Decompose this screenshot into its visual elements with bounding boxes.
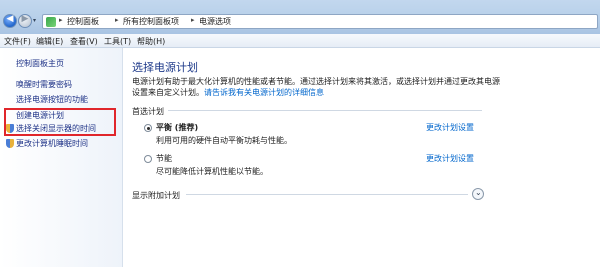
control-panel-icon [46,17,56,27]
address-bar[interactable]: ▸ 控制面板 ▸ 所有控制面板项 ▸ 电源选项 [42,14,598,29]
sidebar-home-link[interactable]: 控制面板主页 [16,58,64,69]
highlight-box [4,108,116,136]
plan-balanced-radio[interactable] [144,124,152,132]
section-divider [186,194,468,195]
page-description: 电源计划有助于最大化计算机的性能或者节能。通过选择计划来将其激活，或选择计划并通… [132,76,504,98]
page-title: 选择电源计划 [132,61,198,74]
menu-edit[interactable]: 编辑(E) [36,36,63,47]
recent-pages-dropdown[interactable]: ▾ [33,17,39,25]
arrow-left-icon: ◀ [6,14,14,24]
plan-saver-change-link[interactable]: 更改计划设置 [426,153,474,164]
expand-button[interactable]: ⌄ [472,188,484,200]
plan-saver-radio[interactable] [144,155,152,163]
menu-bar: 文件(F) 编辑(E) 查看(V) 工具(T) 帮助(H) [0,34,600,48]
menu-file[interactable]: 文件(F) [4,36,31,47]
back-button[interactable]: ◀ [3,14,17,28]
menu-help[interactable]: 帮助(H) [137,36,165,47]
forward-button[interactable]: ▶ [18,14,32,28]
chevron-right-icon[interactable]: ▸ [191,16,195,24]
breadcrumb-control-panel[interactable]: 控制面板 [67,16,99,27]
plan-saver-desc: 尽可能降低计算机性能以节能。 [156,167,268,176]
sidebar-item-sleep-time[interactable]: 更改计算机睡眠时间 [16,138,88,149]
plan-balanced-change-link[interactable]: 更改计划设置 [426,122,474,133]
chevron-right-icon[interactable]: ▸ [59,16,63,24]
main-content: 选择电源计划 电源计划有助于最大化计算机的性能或者节能。通过选择计划来将其激活，… [124,48,600,267]
chevron-right-icon[interactable]: ▸ [115,16,119,24]
section-divider [168,110,482,111]
breadcrumb-power-options[interactable]: 电源选项 [199,16,231,27]
arrow-right-icon: ▶ [21,14,29,24]
window-titlebar: ◀ ▶ ▾ ▸ 控制面板 ▸ 所有控制面板项 ▸ 电源选项 [0,0,600,34]
sidebar-item-wake-password[interactable]: 唤醒时需要密码 [16,79,72,90]
description-link[interactable]: 请告诉我有关电源计划的详细信息 [204,88,324,97]
plan-saver-name[interactable]: 节能 [156,153,172,164]
sidebar-item-power-button[interactable]: 选择电源按钮的功能 [16,94,88,105]
show-more-plans-label[interactable]: 显示附加计划 [132,190,180,201]
plan-balanced-desc: 利用可用的硬件自动平衡功耗与性能。 [156,136,292,145]
menu-view[interactable]: 查看(V) [70,36,98,47]
chevron-down-icon: ⌄ [475,188,482,197]
plan-balanced-name[interactable]: 平衡 (推荐) [156,122,198,133]
menu-tools[interactable]: 工具(T) [104,36,131,47]
sidebar: 控制面板主页 唤醒时需要密码 选择电源按钮的功能 创建电源计划 选择关闭显示器的… [0,48,123,267]
preferred-plans-label: 首选计划 [132,107,164,116]
shield-icon [6,139,14,148]
breadcrumb-all-items[interactable]: 所有控制面板项 [123,16,179,27]
